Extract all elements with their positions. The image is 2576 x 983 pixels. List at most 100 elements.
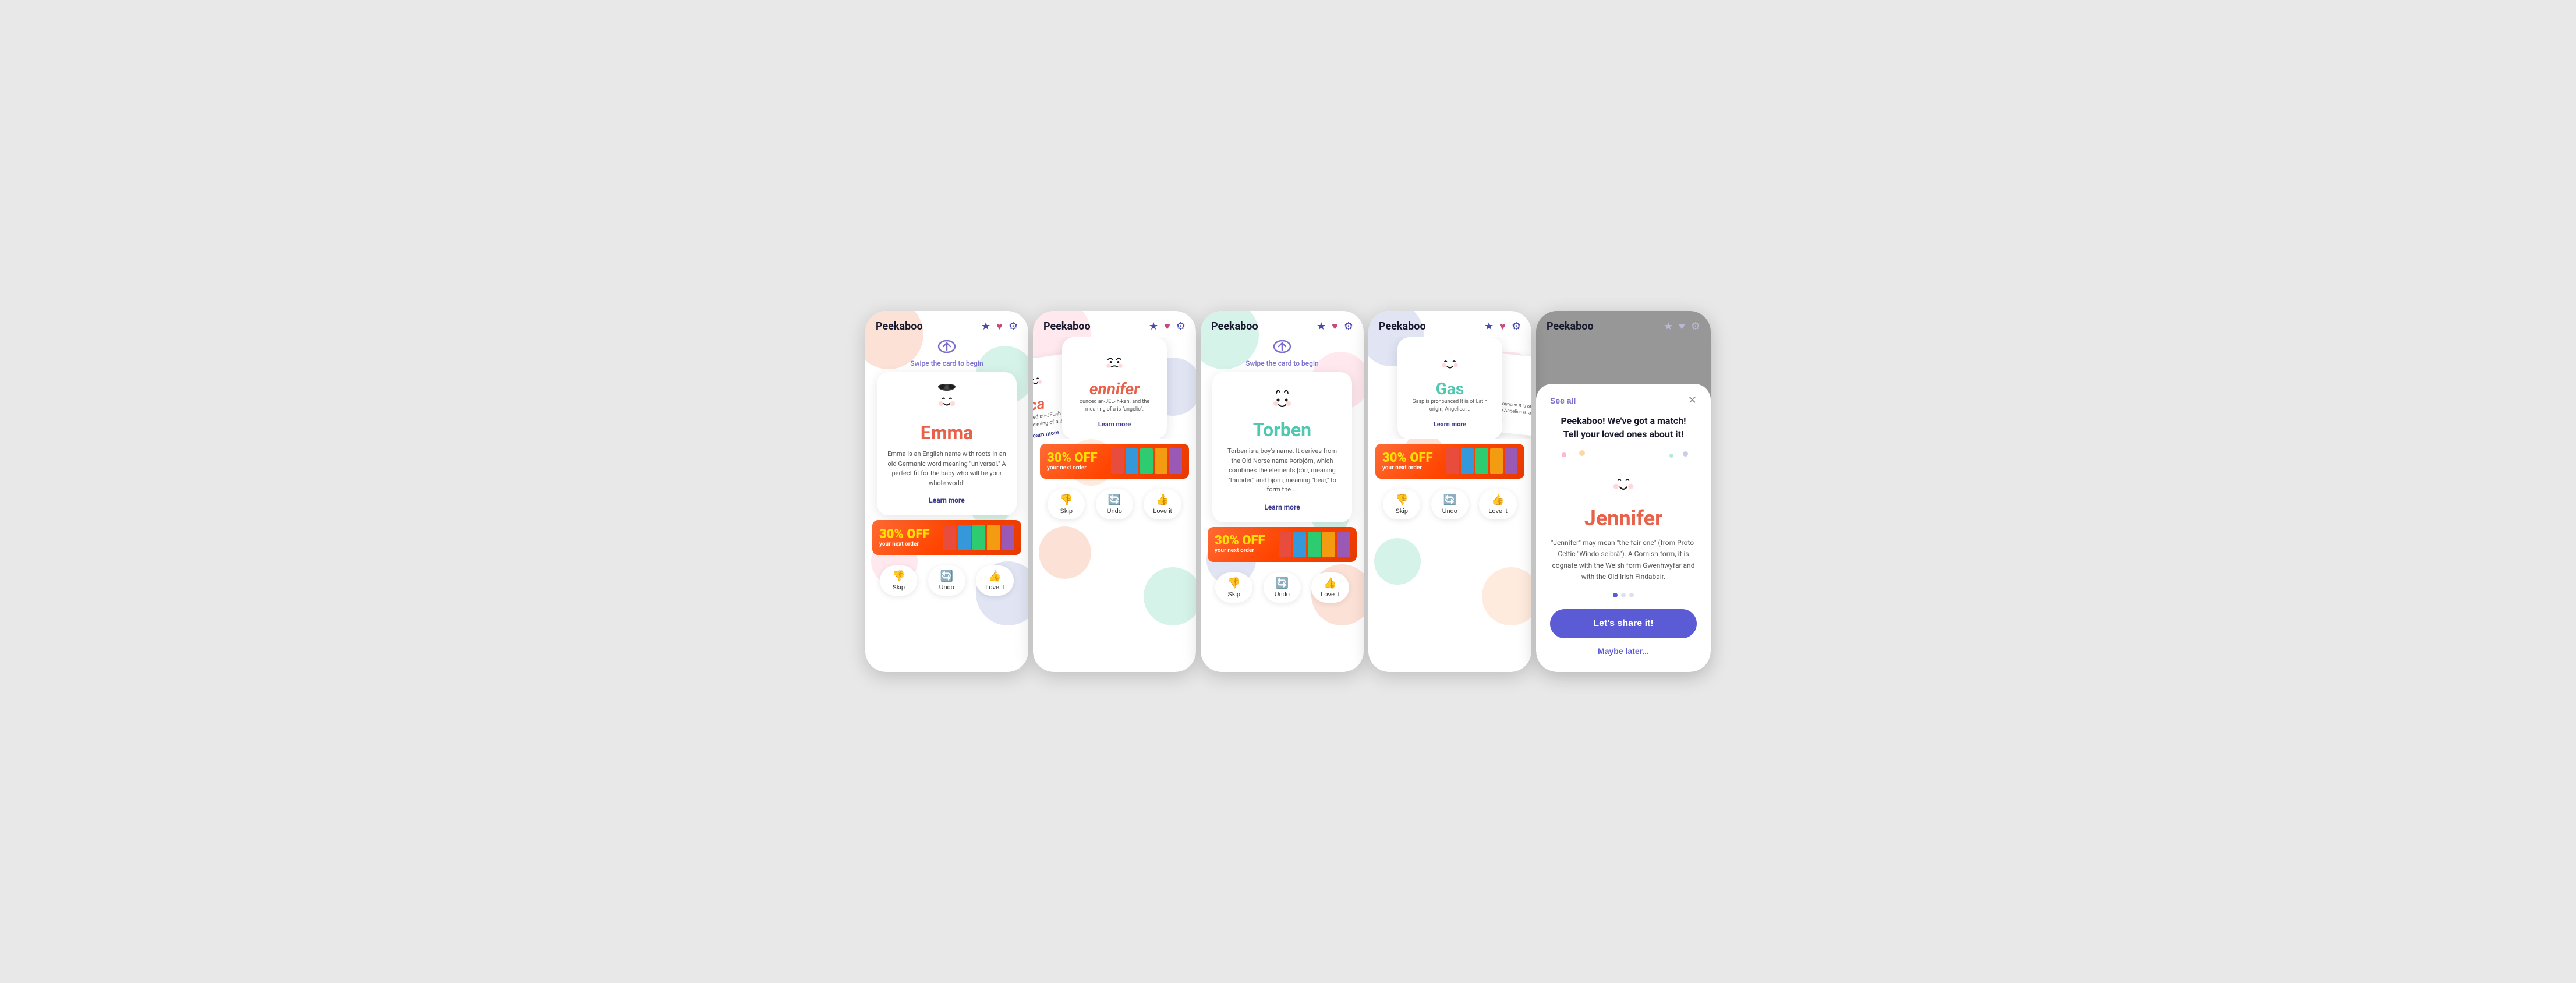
star-icon-2[interactable]: ★ [1149,320,1158,333]
card-area-4: Ma Makis is pronounced It is of Latin or… [1368,337,1531,439]
card-area-1: Emma Emma is an English name with roots … [865,372,1028,515]
book-2-5 [1169,448,1182,474]
love-button-4[interactable]: 👍 Love it [1479,489,1516,519]
deco-dots [1550,450,1697,459]
gear-icon-1[interactable]: ⚙ [1009,320,1018,333]
undo-button-1[interactable]: 🔄 Undo [928,565,965,596]
app-title-4: Peekaboo [1379,320,1426,333]
ad-subtext-4: your next order [1382,465,1433,471]
book-2-2 [1126,448,1138,474]
love-button-3[interactable]: 👍 Love it [1311,572,1349,603]
love-label-3: Love it [1321,591,1339,598]
card-face-3 [1223,384,1342,415]
main-card-2[interactable]: ennifer ounced an-JEL-ih-kah. and the me… [1062,337,1167,439]
heart-icon-1[interactable]: ♥ [996,320,1003,333]
ad-banner-4[interactable]: 30% OFF your next order [1375,444,1524,479]
undo-icon-3: 🔄 [1276,577,1289,589]
book-2-4 [1155,448,1167,474]
heart-icon-5[interactable]: ♥ [1679,320,1685,333]
book-4-1 [1446,448,1459,474]
learn-more-left[interactable]: Learn more [1033,429,1060,439]
learn-more-4[interactable]: Learn more [1434,420,1466,428]
ad-books-2 [1102,448,1182,474]
love-label-4: Love it [1488,508,1507,515]
modal-panel: Peekaboo ★ ♥ ⚙ See all ✕ Peekaboo! We've… [1536,311,1711,672]
actions-1: 👎 Skip 🔄 Undo 👍 Love it [865,560,1028,606]
ad-percent-3: 30% OFF [1215,535,1265,547]
phone-content-3: Peekaboo ★ ♥ ⚙ Swipe the card to begin [1201,311,1364,613]
book-3-5 [1337,532,1350,557]
card-area-2: ica nced an-JEL-ih-kah. and the meaning … [1033,337,1196,439]
ad-subtext-1: your next order [879,541,930,547]
love-button-1[interactable]: 👍 Love it [976,565,1013,596]
skip-button-1[interactable]: 👎 Skip [880,565,917,596]
swipe-text-3: Swipe the card to begin [1245,359,1318,367]
modal-header: Peekaboo ★ ♥ ⚙ [1536,311,1711,337]
undo-button-3[interactable]: 🔄 Undo [1264,572,1301,603]
star-icon-1[interactable]: ★ [981,320,990,333]
see-all-button[interactable]: See all [1550,396,1576,405]
name-card-3[interactable]: Torben Torben is a boy's name. It derive… [1212,372,1352,522]
star-icon-3[interactable]: ★ [1317,320,1326,333]
skip-button-4[interactable]: 👎 Skip [1383,489,1420,519]
gear-icon-3[interactable]: ⚙ [1344,320,1353,333]
ad-percent-2: 30% OFF [1047,452,1098,465]
gear-icon-4[interactable]: ⚙ [1512,320,1521,333]
header-3: Peekaboo ★ ♥ ⚙ [1201,311,1364,337]
maybe-later-button[interactable]: Maybe later... [1598,646,1649,656]
undo-icon-1: 🔄 [940,570,953,582]
card-area-3: Torben Torben is a boy's name. It derive… [1201,372,1364,522]
learn-more-2[interactable]: Learn more [1098,420,1131,428]
app-title-3: Peekaboo [1211,320,1258,333]
book-3-1 [1279,532,1291,557]
name-card-1[interactable]: Emma Emma is an English name with roots … [877,372,1017,515]
header-icons-1: ★ ♥ ⚙ [981,320,1018,333]
undo-label-4: Undo [1442,508,1457,515]
phone-frame-2: Peekaboo ★ ♥ ⚙ ica [1033,311,1196,672]
card-face-1 [887,384,1006,418]
heart-icon-3[interactable]: ♥ [1332,320,1338,333]
gear-icon-5[interactable]: ⚙ [1691,320,1700,333]
star-icon-4[interactable]: ★ [1484,320,1494,333]
close-button[interactable]: ✕ [1688,394,1697,406]
ad-banner-1[interactable]: 30% OFF your next order [872,520,1021,555]
undo-button-4[interactable]: 🔄 Undo [1431,489,1469,519]
book-4-4 [1490,448,1503,474]
skip-button-3[interactable]: 👎 Skip [1215,572,1252,603]
learn-more-1[interactable]: Learn more [929,496,964,504]
skip-icon-2: 👎 [1060,494,1073,506]
share-button[interactable]: Let's share it! [1550,609,1697,638]
phone-frame-4: Peekaboo ★ ♥ ⚙ Ma [1368,311,1531,672]
main-card-4[interactable]: Gas Gasp is pronounced It is of Latin or… [1397,337,1502,439]
header-icons-4: ★ ♥ ⚙ [1484,320,1521,333]
dot-2 [1621,593,1626,597]
match-title: Peekaboo! We've got a match!Tell your lo… [1561,415,1686,441]
heart-icon-2[interactable]: ♥ [1164,320,1170,333]
actions-2: 👎 Skip 🔄 Undo 👍 Love it [1033,483,1196,530]
ad-banner-2[interactable]: 30% OFF your next order [1040,444,1189,479]
ad-percent-1: 30% OFF [879,528,930,541]
love-icon-2: 👍 [1156,494,1169,506]
header-1: Peekaboo ★ ♥ ⚙ [865,311,1028,337]
phone-content-4: Peekaboo ★ ♥ ⚙ Ma [1368,311,1531,530]
ad-books-1 [935,525,1014,550]
card-description-1: Emma is an English name with roots in an… [887,450,1006,488]
deco-dot-3 [1669,454,1673,458]
learn-more-3[interactable]: Learn more [1264,503,1300,511]
love-button-2[interactable]: 👍 Love it [1144,489,1181,519]
ad-subtext-2: your next order [1047,465,1098,471]
book-3-2 [1293,532,1306,557]
card-name-4: Gas [1407,379,1493,398]
undo-label-1: Undo [939,584,954,591]
undo-button-2[interactable]: 🔄 Undo [1096,489,1133,519]
deco-dot-1 [1562,452,1566,457]
skip-label-1: Skip [893,584,905,591]
ad-banner-3[interactable]: 30% OFF your next order [1208,527,1357,562]
gear-icon-2[interactable]: ⚙ [1176,320,1186,333]
swipe-hint-3: Swipe the card to begin [1201,337,1364,372]
card-name-3: Torben [1223,419,1342,441]
heart-icon-4[interactable]: ♥ [1499,320,1506,333]
dot-3 [1629,593,1634,597]
skip-button-2[interactable]: 👎 Skip [1048,489,1085,519]
star-icon-5[interactable]: ★ [1664,320,1673,333]
